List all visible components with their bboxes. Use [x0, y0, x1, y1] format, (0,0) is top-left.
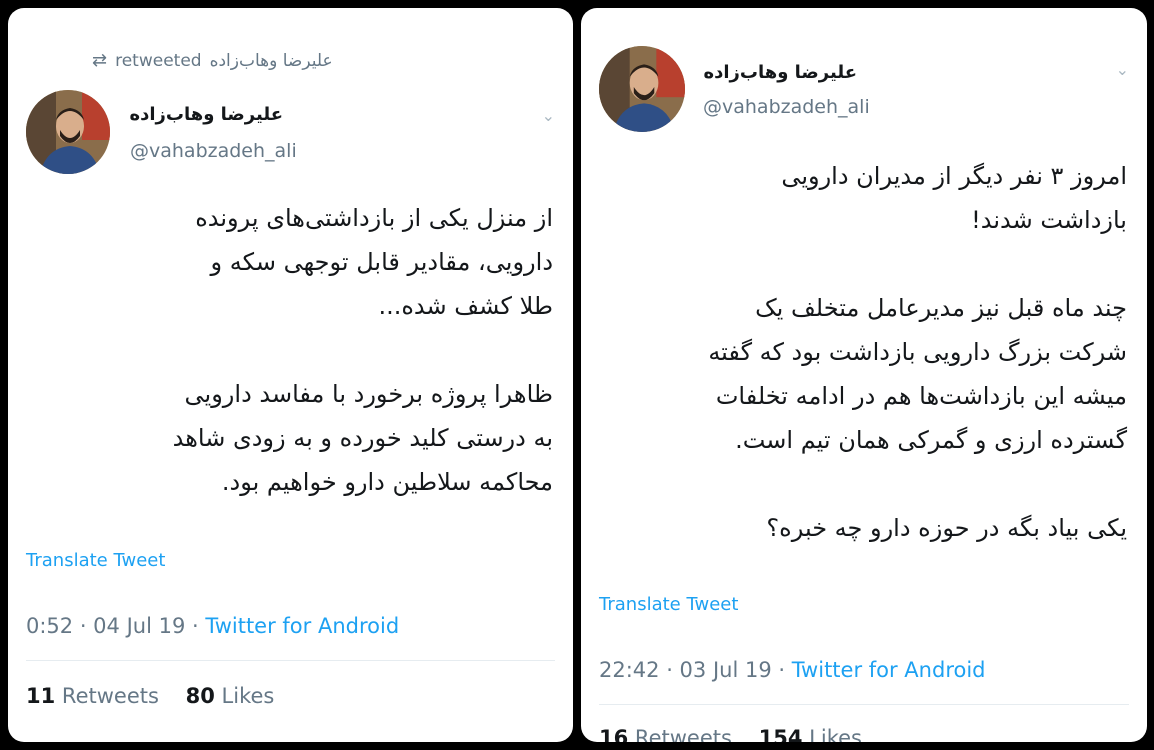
- tweet-text: از منزل یکی از بازداشتی‌های پرونده داروی…: [26, 196, 553, 504]
- avatar[interactable]: [599, 46, 685, 132]
- retweet-context: ⇄ retweeted علیرضا وهاب‌زاده: [92, 50, 333, 71]
- retweet-label: retweeted: [115, 50, 202, 71]
- tweet-timestamp[interactable]: 22:42 · 03 Jul 19 ·: [599, 658, 792, 682]
- likes-count: 80: [185, 684, 215, 708]
- tweet-meta: 0:52 · 04 Jul 19 · Twitter for Android: [26, 614, 399, 638]
- chevron-down-icon[interactable]: ⌄: [542, 106, 555, 125]
- tweet-paragraph: یکی بیاد بگه در حوزه دارو چه خبره؟: [766, 514, 1127, 542]
- tweet-meta: 22:42 · 03 Jul 19 · Twitter for Android: [599, 658, 986, 682]
- tweet-source-link[interactable]: Twitter for Android: [205, 614, 399, 638]
- tweet-paragraph: چند ماه قبل نیز مدیرعامل متخلف یک شرکت ب…: [708, 294, 1127, 454]
- chevron-down-icon[interactable]: ⌄: [1116, 60, 1129, 79]
- likes-stat[interactable]: 80 Likes: [186, 684, 275, 708]
- author-handle[interactable]: @vahabzadeh_ali: [130, 140, 297, 162]
- tweet-paragraph: ظاهرا پروژه برخورد با مفاسد دارویی به در…: [172, 380, 553, 496]
- avatar-image: [26, 90, 110, 174]
- avatar[interactable]: [26, 90, 110, 174]
- retweets-stat[interactable]: 16 Retweets: [599, 726, 732, 742]
- tweet-stats: 11 Retweets 80 Likes: [26, 684, 274, 708]
- avatar-image: [599, 46, 685, 132]
- tweet-timestamp[interactable]: 0:52 · 04 Jul 19 ·: [26, 614, 205, 638]
- author-name[interactable]: علیرضا وهاب‌زاده: [703, 62, 857, 83]
- tweet-source-link[interactable]: Twitter for Android: [792, 658, 986, 682]
- tweet-card-right[interactable]: علیرضا وهاب‌زاده @vahabzadeh_ali ⌄ امروز…: [581, 8, 1147, 742]
- likes-stat[interactable]: 154 Likes: [759, 726, 862, 742]
- translate-tweet-link[interactable]: Translate Tweet: [599, 594, 738, 615]
- divider: [26, 660, 555, 661]
- retweets-count: 16: [599, 726, 629, 742]
- retweeter-name[interactable]: علیرضا وهاب‌زاده: [210, 51, 333, 71]
- divider: [599, 704, 1129, 705]
- retweets-stat[interactable]: 11 Retweets: [26, 684, 159, 708]
- tweet-paragraph: از منزل یکی از بازداشتی‌های پرونده داروی…: [195, 204, 553, 320]
- author-handle[interactable]: @vahabzadeh_ali: [703, 96, 870, 118]
- tweet-card-left[interactable]: ⇄ retweeted علیرضا وهاب‌زاده علیرضا وهاب…: [8, 8, 573, 742]
- retweets-count: 11: [26, 684, 56, 708]
- likes-label: Likes: [809, 726, 862, 742]
- tweet-stats: 16 Retweets 154 Likes: [599, 726, 862, 742]
- retweets-label: Retweets: [61, 684, 159, 708]
- author-name[interactable]: علیرضا وهاب‌زاده: [129, 104, 283, 125]
- retweets-label: Retweets: [634, 726, 732, 742]
- tweet-text: امروز ۳ نفر دیگر از مدیران دارویی بازداش…: [599, 154, 1127, 550]
- likes-label: Likes: [221, 684, 275, 708]
- translate-tweet-link[interactable]: Translate Tweet: [26, 550, 165, 571]
- retweet-icon: ⇄: [92, 50, 108, 71]
- likes-count: 154: [758, 726, 803, 742]
- tweet-paragraph: امروز ۳ نفر دیگر از مدیران دارویی بازداش…: [781, 162, 1127, 234]
